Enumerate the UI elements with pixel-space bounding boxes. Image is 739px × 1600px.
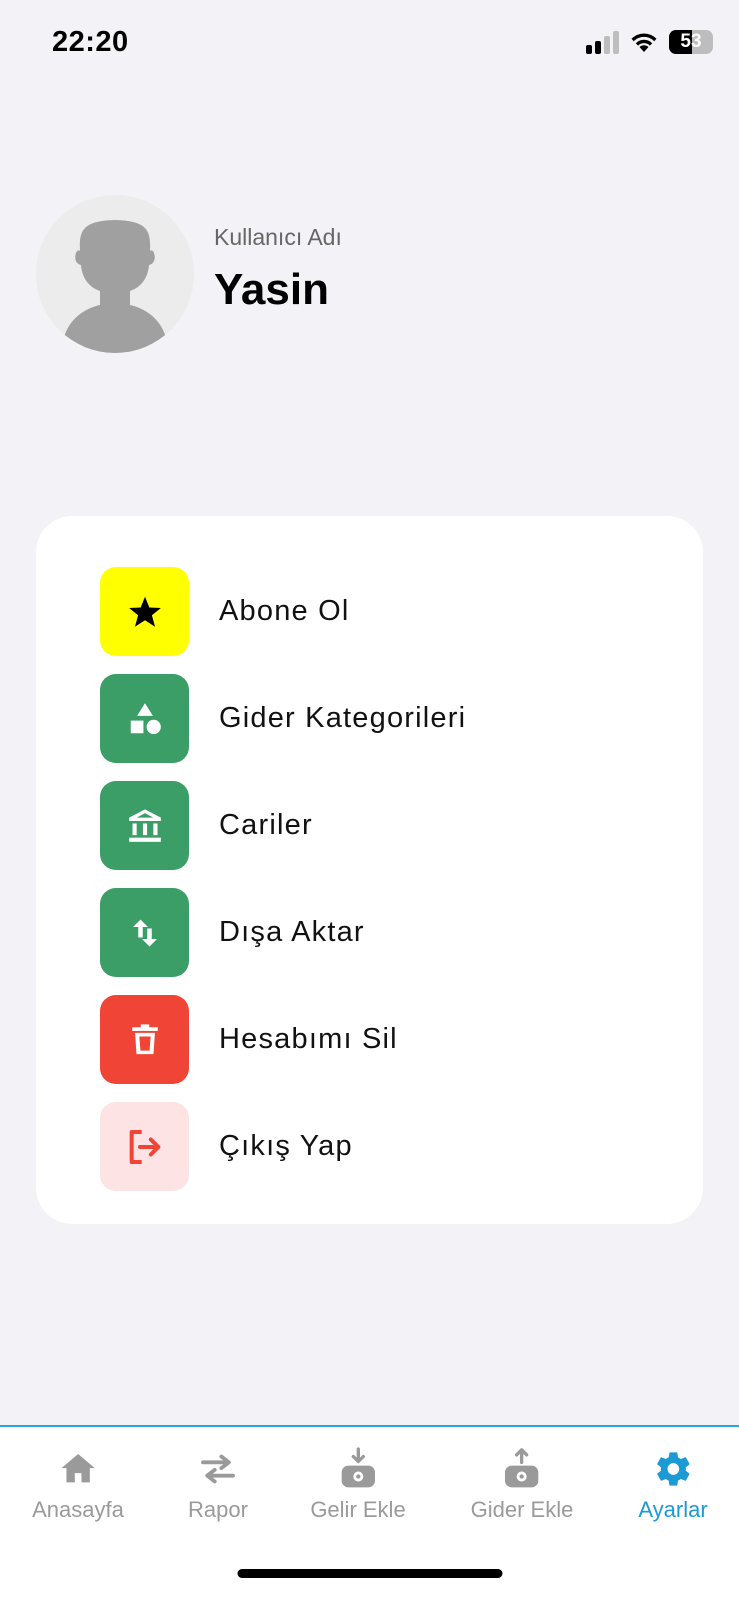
menu-item-label: Dışa Aktar xyxy=(219,916,365,948)
menu-icon-box xyxy=(100,781,189,870)
home-indicator xyxy=(237,1569,502,1578)
settings-screen: 22:20 53 Kullanıcı Adı Yasin Abone Ol Gi… xyxy=(0,0,739,1600)
tab-add-expense[interactable]: Gider Ekle xyxy=(470,1447,574,1523)
tab-label: Ayarlar xyxy=(638,1497,708,1522)
menu-item-label: Çıkış Yap xyxy=(219,1130,353,1162)
battery-level: 53 xyxy=(680,31,702,52)
menu-item-label: Hesabımı Sil xyxy=(219,1023,398,1055)
menu-item-expense-categories[interactable]: Gider Kategorileri xyxy=(36,665,703,772)
avatar[interactable] xyxy=(36,195,194,353)
tab-home[interactable]: Anasayfa xyxy=(32,1447,124,1523)
tab-label: Gider Ekle xyxy=(470,1497,574,1522)
tab-label: Rapor xyxy=(188,1497,248,1522)
person-silhouette-icon xyxy=(62,220,168,353)
tab-label: Anasayfa xyxy=(32,1497,124,1522)
income-icon xyxy=(341,1447,375,1488)
wifi-icon xyxy=(631,33,657,52)
menu-item-label: Abone Ol xyxy=(219,595,350,627)
settings-menu-card: Abone Ol Gider Kategorileri Cariler Dışa… xyxy=(36,516,703,1224)
menu-item-label: Gider Kategorileri xyxy=(219,702,467,734)
menu-item-logout[interactable]: Çıkış Yap xyxy=(36,1093,703,1200)
swap-arrows-icon xyxy=(201,1454,235,1484)
bank-icon xyxy=(128,808,161,842)
tab-add-income[interactable]: Gelir Ekle xyxy=(310,1447,406,1523)
menu-icon-box xyxy=(100,995,189,1084)
status-time: 22:20 xyxy=(52,26,129,58)
menu-item-label: Cariler xyxy=(219,809,313,841)
battery-icon: 53 xyxy=(669,30,713,54)
menu-icon-box xyxy=(100,1102,189,1191)
tab-report[interactable]: Rapor xyxy=(188,1447,248,1523)
shapes-icon xyxy=(130,702,161,734)
trash-icon xyxy=(131,1023,158,1054)
status-icons: 53 xyxy=(586,30,713,54)
expense-icon xyxy=(505,1448,539,1488)
tab-settings[interactable]: Ayarlar xyxy=(638,1447,708,1523)
import-export-icon xyxy=(132,919,157,946)
menu-item-subscribe[interactable]: Abone Ol xyxy=(36,558,703,665)
menu-icon-box xyxy=(100,888,189,977)
menu-icon-box xyxy=(100,674,189,763)
menu-item-delete-account[interactable]: Hesabımı Sil xyxy=(36,986,703,1093)
logout-icon xyxy=(129,1129,160,1164)
bottom-tab-bar: Anasayfa Rapor Gelir Ekle Gider Ekle Aya… xyxy=(0,1425,739,1600)
username: Yasin xyxy=(214,264,329,314)
settings-gear-icon xyxy=(656,1452,690,1486)
profile-header: Kullanıcı Adı Yasin xyxy=(36,195,342,353)
menu-icon-box xyxy=(100,567,189,656)
menu-item-accounts[interactable]: Cariler xyxy=(36,772,703,879)
username-caption: Kullanıcı Adı xyxy=(214,223,342,250)
tab-label: Gelir Ekle xyxy=(310,1497,406,1522)
status-bar: 22:20 53 xyxy=(0,0,739,90)
menu-item-export[interactable]: Dışa Aktar xyxy=(36,879,703,986)
home-icon xyxy=(61,1454,95,1483)
star-icon xyxy=(128,596,161,627)
cellular-signal-icon xyxy=(586,30,619,54)
